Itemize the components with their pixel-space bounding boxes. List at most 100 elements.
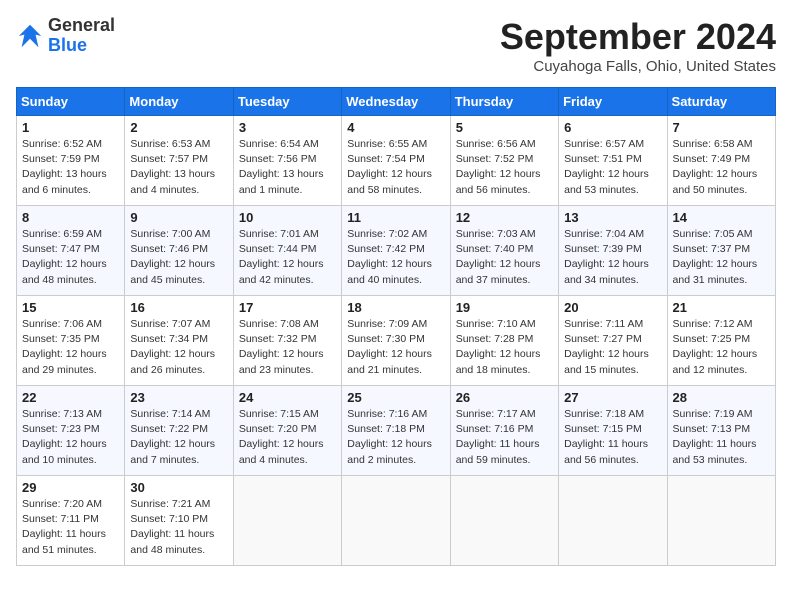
day-info: Sunrise: 7:05 AMSunset: 7:37 PMDaylight:… bbox=[673, 227, 770, 288]
month-title: September 2024 bbox=[500, 16, 776, 58]
calendar-week-row: 15 Sunrise: 7:06 AMSunset: 7:35 PMDayligh… bbox=[17, 296, 776, 386]
logo-general: General bbox=[48, 15, 115, 35]
day-info: Sunrise: 7:06 AMSunset: 7:35 PMDaylight:… bbox=[22, 317, 119, 378]
day-info: Sunrise: 6:54 AMSunset: 7:56 PMDaylight:… bbox=[239, 137, 336, 198]
day-info: Sunrise: 7:03 AMSunset: 7:40 PMDaylight:… bbox=[456, 227, 553, 288]
day-info: Sunrise: 6:57 AMSunset: 7:51 PMDaylight:… bbox=[564, 137, 661, 198]
calendar-day-cell: 3 Sunrise: 6:54 AMSunset: 7:56 PMDaylight… bbox=[233, 116, 341, 206]
calendar-day-cell: 11 Sunrise: 7:02 AMSunset: 7:42 PMDayligh… bbox=[342, 206, 450, 296]
weekday-header-friday: Friday bbox=[559, 88, 667, 116]
day-number: 27 bbox=[564, 390, 661, 405]
day-number: 6 bbox=[564, 120, 661, 135]
day-number: 29 bbox=[22, 480, 119, 495]
calendar-day-cell: 2Sunrise: 6:53 AMSunset: 7:57 PMDaylight… bbox=[125, 116, 233, 206]
day-number: 25 bbox=[347, 390, 444, 405]
calendar-day-cell: 15 Sunrise: 7:06 AMSunset: 7:35 PMDayligh… bbox=[17, 296, 125, 386]
day-number: 11 bbox=[347, 210, 444, 225]
day-info: Sunrise: 7:02 AMSunset: 7:42 PMDaylight:… bbox=[347, 227, 444, 288]
day-number: 12 bbox=[456, 210, 553, 225]
day-number: 15 bbox=[22, 300, 119, 315]
day-info: Sunrise: 7:04 AMSunset: 7:39 PMDaylight:… bbox=[564, 227, 661, 288]
logo-bird-icon bbox=[16, 22, 44, 50]
page-header: General Blue September 2024 Cuyahoga Fal… bbox=[16, 16, 776, 75]
calendar-day-cell: 20Sunrise: 7:11 AMSunset: 7:27 PMDayligh… bbox=[559, 296, 667, 386]
weekday-header-wednesday: Wednesday bbox=[342, 88, 450, 116]
day-number: 16 bbox=[130, 300, 227, 315]
day-number: 19 bbox=[456, 300, 553, 315]
day-info: Sunrise: 7:00 AMSunset: 7:46 PMDaylight:… bbox=[130, 227, 227, 288]
title-area: September 2024 Cuyahoga Falls, Ohio, Uni… bbox=[500, 16, 776, 75]
day-info: Sunrise: 7:21 AMSunset: 7:10 PMDaylight:… bbox=[130, 497, 227, 558]
calendar-day-cell: 7 Sunrise: 6:58 AMSunset: 7:49 PMDaylight… bbox=[667, 116, 775, 206]
day-info: Sunrise: 7:08 AMSunset: 7:32 PMDaylight:… bbox=[239, 317, 336, 378]
weekday-header-sunday: Sunday bbox=[17, 88, 125, 116]
day-number: 10 bbox=[239, 210, 336, 225]
calendar-day-cell: 29Sunrise: 7:20 AMSunset: 7:11 PMDayligh… bbox=[17, 476, 125, 566]
day-info: Sunrise: 7:09 AMSunset: 7:30 PMDaylight:… bbox=[347, 317, 444, 378]
logo-text: General Blue bbox=[48, 16, 115, 56]
day-number: 7 bbox=[673, 120, 770, 135]
calendar-day-cell: 27 Sunrise: 7:18 AMSunset: 7:15 PMDayligh… bbox=[559, 386, 667, 476]
day-number: 5 bbox=[456, 120, 553, 135]
calendar-day-cell: 30 Sunrise: 7:21 AMSunset: 7:10 PMDayligh… bbox=[125, 476, 233, 566]
calendar-day-cell: 5Sunrise: 6:56 AMSunset: 7:52 PMDaylight… bbox=[450, 116, 558, 206]
day-number: 3 bbox=[239, 120, 336, 135]
day-number: 20 bbox=[564, 300, 661, 315]
day-info: Sunrise: 6:55 AMSunset: 7:54 PMDaylight:… bbox=[347, 137, 444, 198]
day-info: Sunrise: 7:10 AMSunset: 7:28 PMDaylight:… bbox=[456, 317, 553, 378]
calendar-day-cell bbox=[559, 476, 667, 566]
calendar-day-cell bbox=[342, 476, 450, 566]
day-info: Sunrise: 7:14 AMSunset: 7:22 PMDaylight:… bbox=[130, 407, 227, 468]
weekday-header-row: SundayMondayTuesdayWednesdayThursdayFrid… bbox=[17, 88, 776, 116]
calendar-day-cell: 23 Sunrise: 7:14 AMSunset: 7:22 PMDayligh… bbox=[125, 386, 233, 476]
calendar-day-cell bbox=[233, 476, 341, 566]
location-title: Cuyahoga Falls, Ohio, United States bbox=[500, 58, 776, 75]
calendar-day-cell bbox=[450, 476, 558, 566]
day-info: Sunrise: 6:58 AMSunset: 7:49 PMDaylight:… bbox=[673, 137, 770, 198]
day-number: 30 bbox=[130, 480, 227, 495]
calendar-day-cell: 12 Sunrise: 7:03 AMSunset: 7:40 PMDayligh… bbox=[450, 206, 558, 296]
calendar-week-row: 22Sunrise: 7:13 AMSunset: 7:23 PMDayligh… bbox=[17, 386, 776, 476]
day-number: 17 bbox=[239, 300, 336, 315]
day-number: 26 bbox=[456, 390, 553, 405]
calendar-table: SundayMondayTuesdayWednesdayThursdayFrid… bbox=[16, 87, 776, 566]
day-info: Sunrise: 7:16 AMSunset: 7:18 PMDaylight:… bbox=[347, 407, 444, 468]
day-info: Sunrise: 6:53 AMSunset: 7:57 PMDaylight:… bbox=[130, 137, 227, 198]
calendar-day-cell: 13 Sunrise: 7:04 AMSunset: 7:39 PMDayligh… bbox=[559, 206, 667, 296]
calendar-day-cell: 6 Sunrise: 6:57 AMSunset: 7:51 PMDaylight… bbox=[559, 116, 667, 206]
weekday-header-saturday: Saturday bbox=[667, 88, 775, 116]
calendar-week-row: 8Sunrise: 6:59 AMSunset: 7:47 PMDaylight… bbox=[17, 206, 776, 296]
day-number: 23 bbox=[130, 390, 227, 405]
logo-blue: Blue bbox=[48, 35, 87, 55]
calendar-day-cell: 16Sunrise: 7:07 AMSunset: 7:34 PMDayligh… bbox=[125, 296, 233, 386]
day-number: 14 bbox=[673, 210, 770, 225]
calendar-day-cell: 1Sunrise: 6:52 AMSunset: 7:59 PMDaylight… bbox=[17, 116, 125, 206]
day-number: 4 bbox=[347, 120, 444, 135]
day-number: 24 bbox=[239, 390, 336, 405]
calendar-day-cell: 10Sunrise: 7:01 AMSunset: 7:44 PMDayligh… bbox=[233, 206, 341, 296]
day-number: 21 bbox=[673, 300, 770, 315]
calendar-day-cell: 24 Sunrise: 7:15 AMSunset: 7:20 PMDayligh… bbox=[233, 386, 341, 476]
day-info: Sunrise: 7:12 AMSunset: 7:25 PMDaylight:… bbox=[673, 317, 770, 378]
day-number: 22 bbox=[22, 390, 119, 405]
calendar-day-cell: 17 Sunrise: 7:08 AMSunset: 7:32 PMDayligh… bbox=[233, 296, 341, 386]
day-number: 13 bbox=[564, 210, 661, 225]
day-info: Sunrise: 7:15 AMSunset: 7:20 PMDaylight:… bbox=[239, 407, 336, 468]
weekday-header-tuesday: Tuesday bbox=[233, 88, 341, 116]
calendar-day-cell: 21 Sunrise: 7:12 AMSunset: 7:25 PMDayligh… bbox=[667, 296, 775, 386]
calendar-day-cell: 14 Sunrise: 7:05 AMSunset: 7:37 PMDayligh… bbox=[667, 206, 775, 296]
logo: General Blue bbox=[16, 16, 115, 56]
calendar-day-cell: 9 Sunrise: 7:00 AMSunset: 7:46 PMDaylight… bbox=[125, 206, 233, 296]
day-info: Sunrise: 6:52 AMSunset: 7:59 PMDaylight:… bbox=[22, 137, 119, 198]
weekday-header-thursday: Thursday bbox=[450, 88, 558, 116]
day-info: Sunrise: 7:19 AMSunset: 7:13 PMDaylight:… bbox=[673, 407, 770, 468]
calendar-day-cell bbox=[667, 476, 775, 566]
day-info: Sunrise: 6:59 AMSunset: 7:47 PMDaylight:… bbox=[22, 227, 119, 288]
calendar-day-cell: 8Sunrise: 6:59 AMSunset: 7:47 PMDaylight… bbox=[17, 206, 125, 296]
day-number: 9 bbox=[130, 210, 227, 225]
calendar-day-cell: 22Sunrise: 7:13 AMSunset: 7:23 PMDayligh… bbox=[17, 386, 125, 476]
calendar-day-cell: 4 Sunrise: 6:55 AMSunset: 7:54 PMDaylight… bbox=[342, 116, 450, 206]
day-info: Sunrise: 7:18 AMSunset: 7:15 PMDaylight:… bbox=[564, 407, 661, 468]
calendar-day-cell: 26 Sunrise: 7:17 AMSunset: 7:16 PMDayligh… bbox=[450, 386, 558, 476]
day-info: Sunrise: 7:17 AMSunset: 7:16 PMDaylight:… bbox=[456, 407, 553, 468]
